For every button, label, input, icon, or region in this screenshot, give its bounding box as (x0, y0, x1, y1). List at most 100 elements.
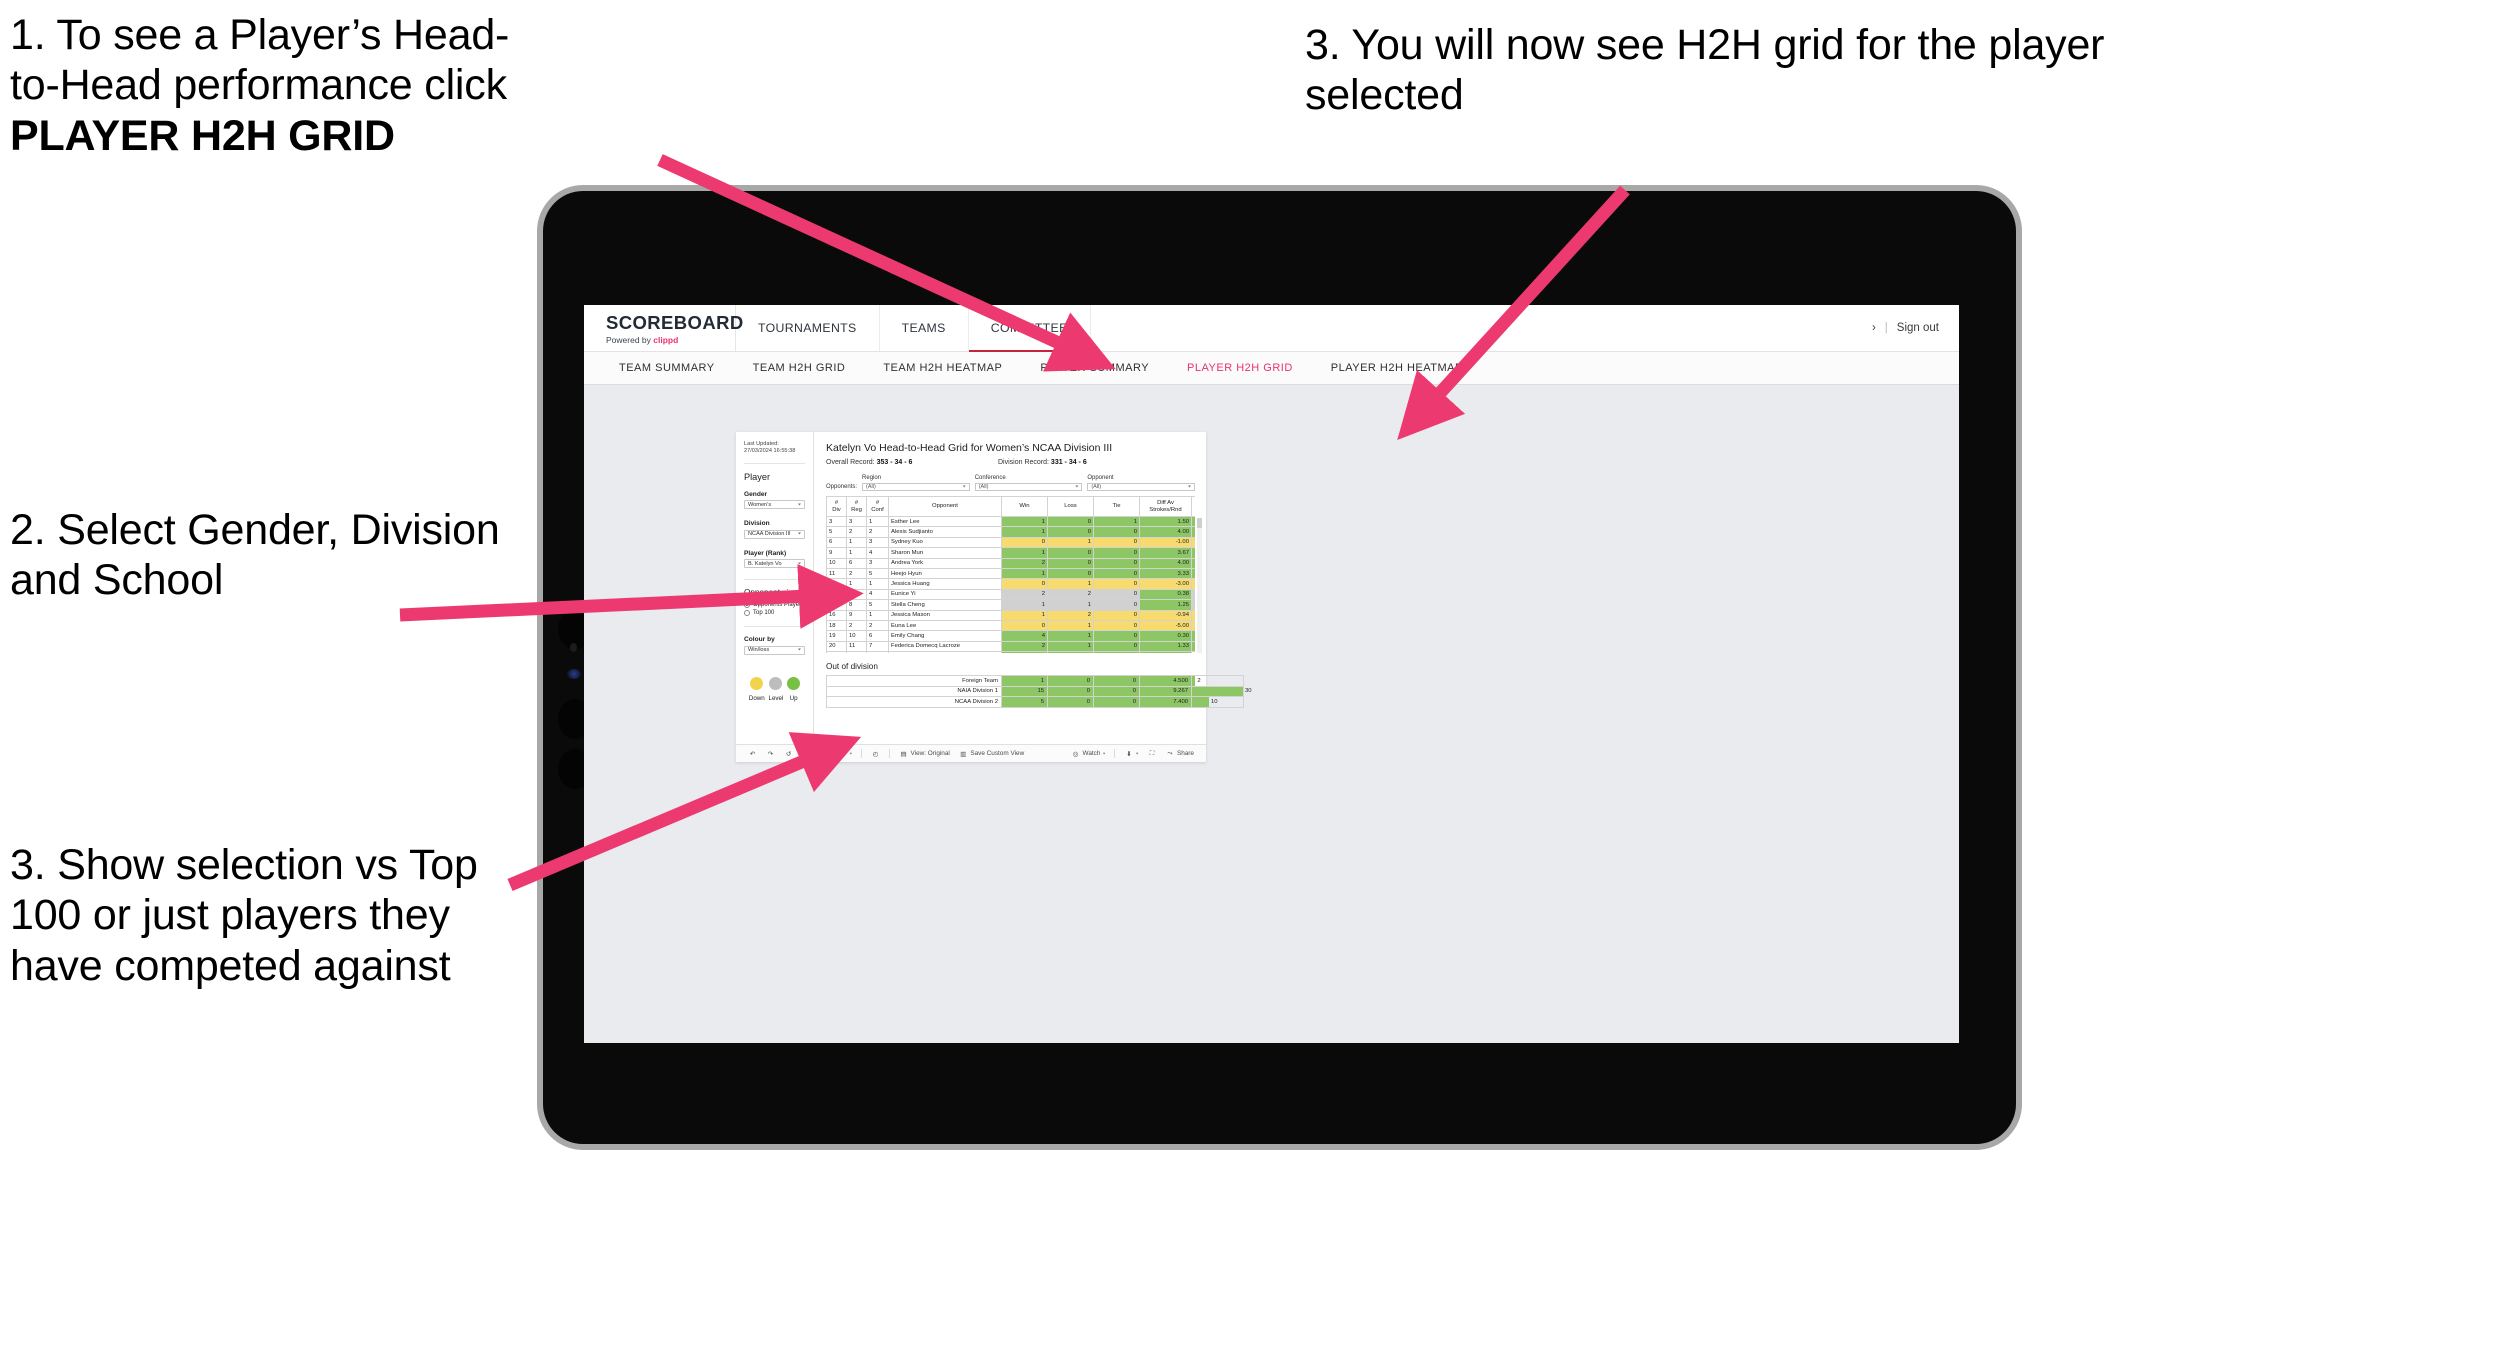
tab-team-h2h-grid[interactable]: TEAM H2H GRID (734, 362, 865, 374)
cell-reg: 8 (846, 599, 867, 611)
tab-team-summary[interactable]: TEAM SUMMARY (600, 362, 734, 374)
table-row[interactable]: 1474Eunice Yi2200.389 (826, 588, 1195, 601)
refresh-icon[interactable]: ↻ (802, 749, 811, 758)
table-row[interactable]: 1822Euna Lee010-5.002 (826, 619, 1195, 632)
tablet-device-frame: SCOREBOARD Powered by clippd TOURNAMENTS… (537, 185, 2022, 1150)
chevron-down-icon: ▼ (797, 502, 802, 507)
cell-conf: 1 (866, 609, 889, 621)
rounds-value: 2 (1197, 677, 1201, 684)
nav-item-teams[interactable]: TEAMS (880, 305, 969, 351)
table-row[interactable]: 331Esther Lee1011.504 (826, 515, 1195, 528)
download-button[interactable]: ⬇ ▾ (1124, 749, 1138, 758)
opponent-select[interactable]: (All) ▼ (1087, 482, 1195, 491)
save-custom-view-button[interactable]: ▥ Save Custom View (959, 749, 1024, 758)
cell-opponent: Emily Chang (888, 630, 1002, 642)
rounds-bar (1192, 590, 1195, 599)
watch-button[interactable]: ◎ Watch ▾ (1071, 749, 1106, 758)
grid-col-4[interactable]: Win (1001, 496, 1048, 517)
radio-top-100[interactable]: Top 100 (744, 610, 805, 617)
conference-select[interactable]: (All) ▼ (974, 482, 1083, 491)
table-row[interactable]: 1691Jessica Mason120-0.947 (826, 609, 1195, 621)
cell-loss: 1 (1047, 536, 1094, 549)
rounds-bar (1192, 538, 1195, 547)
grid-col-5[interactable]: Loss (1047, 496, 1094, 517)
tab-team-h2h-heatmap[interactable]: TEAM H2H HEATMAP (864, 362, 1021, 374)
undo-icon[interactable]: ↶ (748, 749, 757, 758)
radio-opponents-played[interactable]: Opponents Played (744, 602, 805, 609)
cell-loss: 0 (1047, 515, 1094, 528)
region-filter: Region (All) ▼ (862, 475, 970, 491)
clock-icon[interactable]: ◴ (871, 749, 880, 758)
cell-loss: 1 (1047, 630, 1094, 642)
chevron-right-icon[interactable]: › (1872, 322, 1876, 334)
table-row[interactable]: 1063Andrea York2004.004 (826, 557, 1195, 569)
player-rank-select[interactable]: B. Katelyn Vo ▼ (744, 559, 805, 569)
rounds-bar (1192, 517, 1195, 526)
out-of-division-row[interactable]: NCAA Division 2 5 0 0 7.400 10 (826, 696, 1244, 708)
revert-icon[interactable]: ↺ (784, 749, 793, 758)
table-row[interactable]: 1585Stella Cheng1101.254 (826, 599, 1195, 611)
cell-rounds: 7 (1191, 609, 1195, 621)
h2h-grid-body: 331Esther Lee1011.504522Alexis Sudjianto… (826, 515, 1195, 653)
tab-player-h2h-heatmap[interactable]: PLAYER H2H HEATMAP (1312, 362, 1482, 374)
region-select[interactable]: (All) ▼ (862, 482, 970, 491)
callout-1-line1: 1. To see a Player’s Head- (10, 11, 510, 59)
grid-scrollbar-thumb[interactable] (1197, 518, 1202, 528)
table-row[interactable]: 20117Federica Domecq Lacroze2101.336 (826, 640, 1195, 653)
nav-item-committee[interactable]: COMMITTEE (968, 305, 1091, 352)
h2h-grid-header-row: # Div # Reg # Conf Opponent Win Loss Tie Diff Av St… (826, 496, 1195, 517)
cell-tie: 0 (1093, 696, 1140, 708)
division-value: NCAA Division III (748, 531, 791, 538)
table-row[interactable]: 1311Jessica Huang010-3.002 (826, 578, 1195, 590)
view-original-button[interactable]: ▤ View: Original (899, 749, 949, 758)
table-row[interactable]: 914Sharon Mun1003.673 (826, 547, 1195, 559)
grid-scrollbar-track[interactable] (1197, 518, 1202, 653)
grid-col-6[interactable]: Tie (1093, 496, 1140, 517)
division-select[interactable]: NCAA Division III ▼ (744, 529, 805, 539)
cell-tie: 0 (1093, 675, 1140, 687)
legend-item-level: Level (769, 676, 783, 702)
cell-tie: 1 (1093, 515, 1140, 528)
grid-col-7[interactable]: Diff Av Strokes/Rnd (1139, 496, 1192, 517)
fullscreen-icon[interactable]: ⛶ (1147, 749, 1156, 758)
gender-select[interactable]: Women’s ▼ (744, 500, 805, 510)
grid-col-0[interactable]: # Div (826, 496, 847, 517)
opponent-view-title: Opponent view (744, 588, 799, 598)
cell-name: NAIA Division 1 (826, 685, 1002, 698)
cell-diff: 0.38 (1139, 588, 1192, 601)
table-row[interactable]: 1125Heejo Hyun1003.333 (826, 567, 1195, 580)
cell-rounds: 2 (1191, 578, 1195, 590)
cell-win: 0 (1001, 619, 1048, 632)
grid-col-2[interactable]: # Conf (866, 496, 889, 517)
grid-col-1[interactable]: # Reg (846, 496, 867, 517)
out-of-division-row[interactable]: Foreign Team 1 0 0 4.500 2 (826, 675, 1244, 687)
cell-win: 1 (1001, 526, 1048, 538)
tab-player-h2h-grid[interactable]: PLAYER H2H GRID (1168, 362, 1312, 374)
h2h-grid-scroll-region[interactable]: # Div # Reg # Conf Opponent Win Loss Tie Diff Av St… (826, 496, 1195, 653)
table-row[interactable]: 522Alexis Sudjianto1004.003 (826, 526, 1195, 538)
opponent-filter-row: Opponents: Region (All) ▼ Conference (Al… (826, 475, 1195, 491)
legend-swatch-up (787, 676, 801, 690)
sign-out-link[interactable]: Sign out (1897, 322, 1939, 334)
pause-icon[interactable]: ⏸ (820, 749, 829, 758)
share-button[interactable]: ⤳ Share (1165, 749, 1194, 758)
cell-win: 1 (1001, 515, 1048, 528)
out-of-division-row[interactable]: NAIA Division 1 15 0 0 9.267 30 (826, 685, 1252, 698)
colour-by-select[interactable]: Win/loss ▼ (744, 645, 805, 655)
cell-reg: 2 (846, 619, 867, 632)
table-row[interactable]: 613Sydney Kuo010-1.003 (826, 536, 1195, 549)
grid-col-3[interactable]: Opponent (888, 496, 1002, 517)
rounds-bar (1192, 631, 1195, 641)
nav-item-tournaments[interactable]: TOURNAMENTS (736, 305, 880, 351)
player-rank-value: B. Katelyn Vo (748, 560, 782, 567)
legend-swatch-level (769, 676, 783, 690)
tab-player-summary[interactable]: PLAYER SUMMARY (1021, 362, 1168, 374)
redo-icon[interactable]: ↷ (766, 749, 775, 758)
table-row[interactable]: 19106Emily Chang4100.3011 (826, 630, 1195, 642)
sheet-toolbar: ↶ ↷ ↺ ↻ ⏸ ▭ ▾ ◴ ▤ View: Original ▥ Save … (736, 744, 1206, 762)
cell-opponent: Eunice Yi (888, 588, 1002, 601)
layout-menu[interactable]: ▭ ▾ (838, 749, 852, 758)
grid-col-8[interactable]: Rounds (1191, 496, 1195, 517)
cell-div: 9 (826, 547, 847, 559)
chevron-down-icon: ▼ (1074, 484, 1080, 489)
